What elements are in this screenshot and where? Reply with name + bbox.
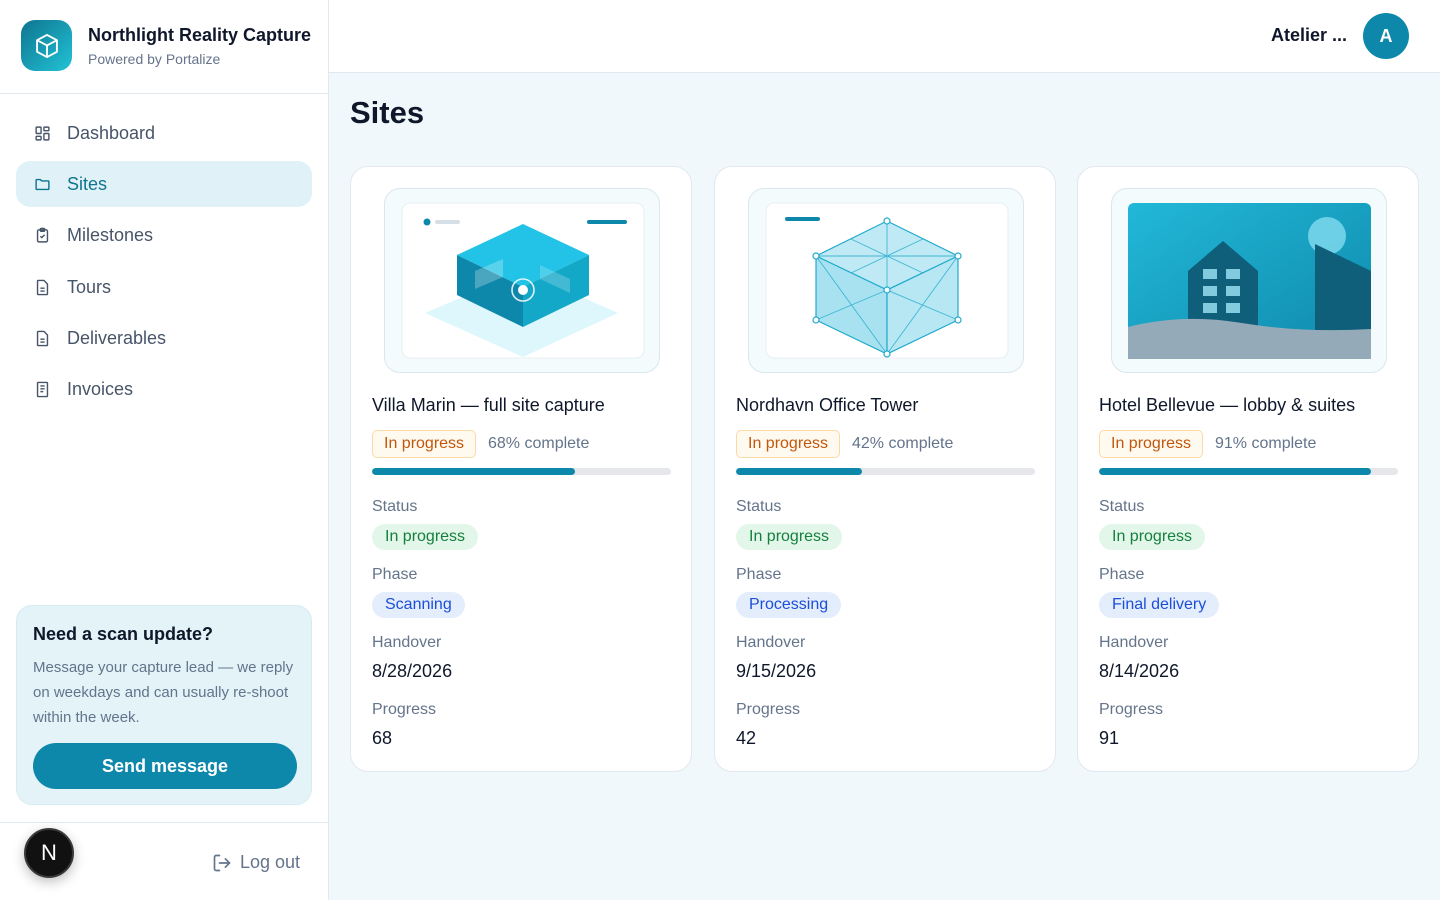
phase-label: Phase	[736, 566, 782, 583]
logout-icon	[213, 854, 231, 871]
status-label: Status	[1099, 498, 1145, 515]
send-message-button[interactable]: Send message	[33, 743, 297, 789]
progress-bar	[372, 468, 671, 475]
clipboard-icon	[33, 227, 51, 245]
building-illustration	[1128, 203, 1371, 359]
status-badge: In progress	[1099, 430, 1204, 458]
status-pill: In progress	[1099, 524, 1206, 550]
user-badge[interactable]: N	[24, 828, 74, 878]
sidebar-item-label: Milestones	[67, 225, 154, 246]
brand-name: Northlight Reality Capture	[88, 25, 312, 45]
progress-fill	[736, 468, 862, 475]
site-thumbnail	[1111, 188, 1387, 373]
progress-bar	[1099, 468, 1398, 475]
sidebar-item-milestones[interactable]: Milestones	[16, 213, 312, 259]
handover-date: 9/15/2026	[736, 661, 817, 681]
progress-label: Progress	[1099, 701, 1164, 718]
help-card: Need a scan update? Message your capture…	[16, 605, 312, 805]
file-icon	[33, 278, 51, 296]
handover-date: 8/28/2026	[372, 661, 453, 681]
progress-bar	[736, 468, 1035, 475]
site-thumbnail	[748, 188, 1024, 373]
cube-logo-icon	[21, 20, 72, 71]
sidebar-footer: N Log out	[0, 822, 328, 900]
site-title: Nordhavn Office Tower	[736, 395, 919, 415]
progress-label: Progress	[736, 701, 801, 718]
sidebar: Northlight Reality Capture Powered by Po…	[0, 0, 329, 900]
scan-volume-illustration	[401, 202, 645, 359]
site-title: Hotel Bellevue — lobby & suites	[1099, 395, 1356, 415]
site-thumbnail	[384, 188, 660, 373]
site-card[interactable]: Nordhavn Office Tower In progress 42% co…	[714, 166, 1056, 772]
progress-value: 42	[736, 728, 757, 748]
sidebar-item-label: Tours	[67, 276, 112, 297]
sidebar-item-label: Dashboard	[67, 122, 156, 143]
handover-label: Handover	[1099, 634, 1169, 651]
handover-label: Handover	[736, 634, 806, 651]
sidebar-nav: Dashboard Sites Milestones Tours Deliver…	[16, 110, 312, 418]
site-card[interactable]: Hotel Bellevue — lobby & suites In progr…	[1077, 166, 1419, 772]
progress-value: 91	[1099, 728, 1120, 748]
status-label: Status	[372, 498, 418, 515]
help-title: Need a scan update?	[33, 624, 214, 644]
document-icon	[33, 330, 51, 348]
page-title: Sites	[350, 95, 425, 130]
completion-text: 91% complete	[1215, 435, 1317, 452]
handover-date: 8/14/2026	[1099, 661, 1180, 681]
sidebar-item-label: Invoices	[67, 379, 134, 400]
avatar[interactable]: A	[1363, 13, 1409, 59]
status-label: Status	[736, 498, 782, 515]
top-bar: Atelier ... A	[329, 0, 1440, 73]
progress-value: 68	[372, 728, 393, 748]
sidebar-item-sites[interactable]: Sites	[16, 161, 312, 208]
site-card[interactable]: Villa Marin — full site capture In progr…	[350, 166, 692, 772]
completion-text: 42% complete	[852, 435, 954, 452]
handover-label: Handover	[372, 634, 442, 651]
receipt-icon	[33, 381, 51, 399]
sidebar-item-deliverables[interactable]: Deliverables	[16, 316, 312, 362]
status-badge: In progress	[736, 430, 841, 458]
wireframe-cube-illustration	[765, 202, 1009, 359]
sidebar-item-label: Sites	[67, 173, 108, 194]
phase-pill: Processing	[736, 592, 842, 618]
status-badge: In progress	[372, 430, 477, 458]
site-title: Villa Marin — full site capture	[372, 395, 605, 415]
phase-label: Phase	[372, 566, 418, 583]
progress-fill	[1099, 468, 1372, 475]
folder-icon	[33, 175, 51, 193]
status-pill: In progress	[736, 524, 843, 550]
sidebar-item-tours[interactable]: Tours	[16, 264, 312, 310]
completion-text: 68% complete	[488, 435, 590, 452]
sidebar-item-invoices[interactable]: Invoices	[16, 367, 312, 413]
phase-label: Phase	[1099, 566, 1145, 583]
brand-subtitle: Powered by Portalize	[88, 51, 221, 67]
help-text: Message your capture lead — we reply on …	[33, 659, 294, 726]
status-pill: In progress	[372, 524, 479, 550]
progress-fill	[372, 468, 576, 475]
grid-icon	[33, 124, 51, 142]
logout-button[interactable]: Log out	[212, 852, 300, 873]
progress-label: Progress	[372, 701, 437, 718]
sidebar-item-dashboard[interactable]: Dashboard	[16, 110, 312, 156]
phase-pill: Final delivery	[1099, 592, 1220, 618]
sidebar-item-label: Deliverables	[67, 328, 167, 349]
account-name[interactable]: Atelier ...	[1271, 25, 1347, 46]
phase-pill: Scanning	[372, 592, 465, 618]
logout-label: Log out	[239, 852, 300, 872]
brand-header: Northlight Reality Capture Powered by Po…	[0, 0, 328, 94]
